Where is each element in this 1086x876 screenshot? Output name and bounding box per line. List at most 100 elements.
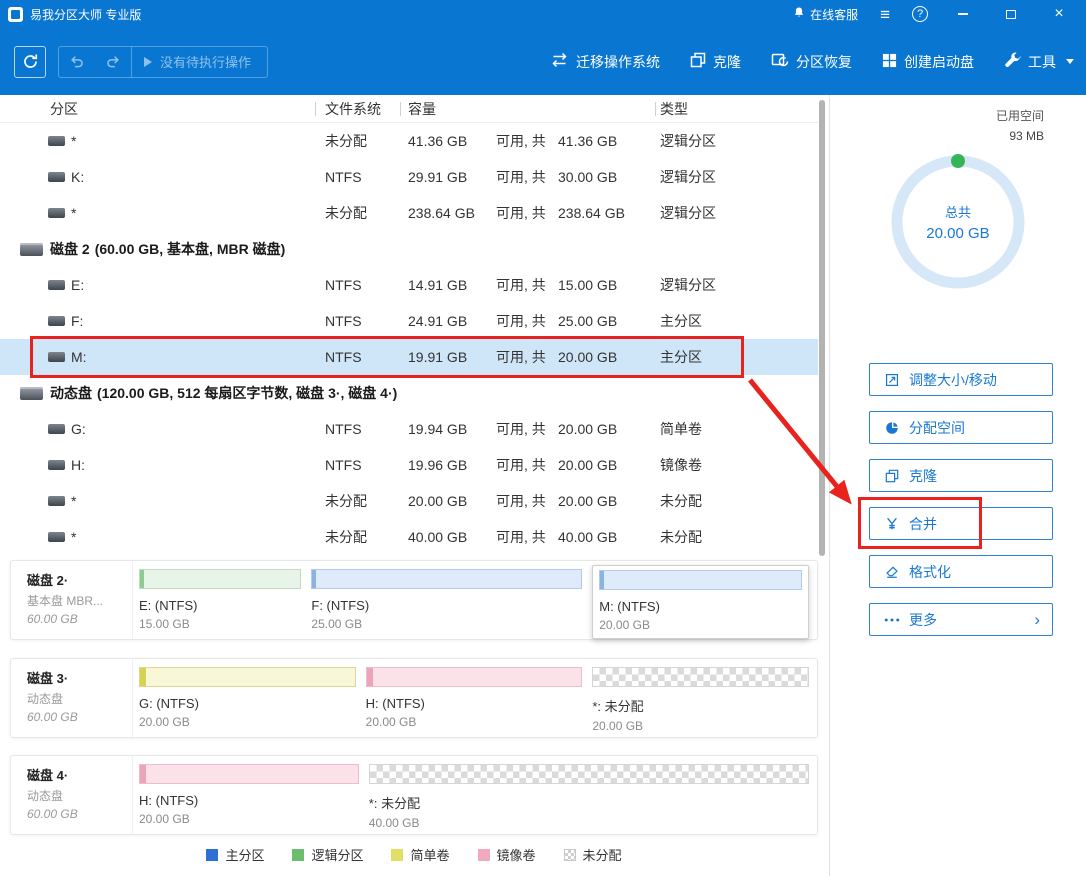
table-row-unallocated-3[interactable]: * 未分配 20.00 GB可用, 共20.00 GB 未分配 bbox=[0, 483, 818, 519]
clone-label: 克隆 bbox=[713, 52, 741, 72]
table-row-h[interactable]: H: NTFS 19.96 GB可用, 共20.00 GB 镜像卷 bbox=[0, 447, 818, 483]
partition-bar bbox=[139, 667, 356, 687]
partition-cell: M: bbox=[0, 349, 315, 365]
partition-block-e[interactable]: E: (NTFS) 15.00 GB bbox=[139, 569, 301, 639]
total-space: 238.64 GB bbox=[558, 205, 625, 221]
sidebar-actions: 调整大小/移动 分配空间 克隆 合并 bbox=[869, 363, 1053, 636]
more-button[interactable]: 更多 › bbox=[869, 603, 1053, 636]
partition-size: 20.00 GB bbox=[366, 715, 583, 729]
partition-size: 20.00 GB bbox=[139, 715, 356, 729]
table-row-f[interactable]: F: NTFS 24.91 GB可用, 共25.00 GB 主分区 bbox=[0, 303, 818, 339]
disk-3-partitions: G: (NTFS) 20.00 GB H: (NTFS) 20.00 GB *:… bbox=[139, 659, 809, 737]
type-value: 逻辑分区 bbox=[655, 203, 818, 223]
refresh-button[interactable] bbox=[14, 46, 46, 78]
capacity-separator: 可用, 共 bbox=[496, 527, 558, 547]
migrate-os-button[interactable]: 迁移操作系统 bbox=[550, 52, 660, 72]
migrate-os-label: 迁移操作系统 bbox=[576, 52, 660, 72]
disk-size: 60.00 GB bbox=[27, 807, 132, 821]
app-logo-icon bbox=[8, 7, 23, 22]
filesystem-value: NTFS bbox=[315, 349, 400, 365]
disk-icon bbox=[20, 387, 43, 400]
partition-block-unallocated-2[interactable]: *: 未分配 40.00 GB bbox=[369, 764, 809, 834]
toolbar-actions: 迁移操作系统 克隆 分区恢复 创建启动盘 bbox=[550, 52, 1074, 72]
filesystem-value: 未分配 bbox=[315, 131, 400, 151]
dynamic-disk-group-row[interactable]: 动态盘 (120.00 GB, 512 每扇区字节数, 磁盘 3·, 磁盘 4·… bbox=[0, 375, 818, 411]
partition-bar bbox=[139, 764, 359, 784]
partition-bar bbox=[369, 764, 809, 784]
vertical-scrollbar[interactable] bbox=[819, 100, 825, 556]
allocate-space-label: 分配空间 bbox=[909, 418, 965, 438]
format-button[interactable]: 格式化 bbox=[869, 555, 1053, 588]
capacity-separator: 可用, 共 bbox=[496, 167, 558, 187]
mirror-volume-swatch bbox=[478, 849, 490, 861]
capacity-separator: 可用, 共 bbox=[496, 455, 558, 475]
partition-name: E: bbox=[71, 277, 84, 293]
table-row-unallocated-2[interactable]: * 未分配 238.64 GB可用, 共238.64 GB 逻辑分区 bbox=[0, 195, 818, 231]
partition-size: 25.00 GB bbox=[311, 617, 582, 631]
clone-side-button[interactable]: 克隆 bbox=[869, 459, 1053, 492]
redo-button[interactable] bbox=[95, 47, 131, 77]
legend-primary: 主分区 bbox=[206, 845, 264, 864]
free-space: 24.91 GB bbox=[408, 313, 496, 329]
partition-block-unallocated[interactable]: *: 未分配 20.00 GB bbox=[592, 667, 809, 737]
migrate-os-icon bbox=[550, 52, 569, 71]
total-label: 总共 bbox=[945, 202, 971, 221]
undo-button[interactable] bbox=[59, 47, 95, 77]
partition-block-f[interactable]: F: (NTFS) 25.00 GB bbox=[311, 569, 582, 639]
create-boot-disk-button[interactable]: 创建启动盘 bbox=[882, 52, 974, 72]
partition-block-m-selected[interactable]: M: (NTFS) 20.00 GB bbox=[592, 565, 809, 639]
capacity-separator: 可用, 共 bbox=[496, 419, 558, 439]
disk-2-group-row[interactable]: 磁盘 2 (60.00 GB, 基本盘, MBR 磁盘) bbox=[0, 231, 818, 267]
partition-recovery-icon bbox=[771, 52, 789, 71]
tools-button[interactable]: 工具 bbox=[1004, 52, 1074, 72]
merge-button[interactable]: 合并 bbox=[869, 507, 1053, 540]
legend-unallocated: 未分配 bbox=[564, 845, 622, 864]
pending-operations-label: 没有待执行操作 bbox=[160, 52, 251, 71]
table-row-unallocated-4[interactable]: * 未分配 40.00 GB可用, 共40.00 GB 未分配 bbox=[0, 519, 818, 555]
pending-operations-button[interactable]: 没有待执行操作 bbox=[131, 47, 267, 77]
partition-recovery-label: 分区恢复 bbox=[796, 52, 852, 72]
close-button[interactable]: × bbox=[1046, 5, 1072, 23]
resize-move-button[interactable]: 调整大小/移动 bbox=[869, 363, 1053, 396]
partition-block-h[interactable]: H: (NTFS) 20.00 GB bbox=[366, 667, 583, 737]
table-row-unallocated-1[interactable]: * 未分配 41.36 GB可用, 共41.36 GB 逻辑分区 bbox=[0, 123, 818, 159]
clone-icon bbox=[884, 469, 900, 483]
merge-label: 合并 bbox=[909, 514, 937, 534]
table-header: 分区 文件系统 容量 类型 bbox=[0, 95, 818, 123]
tools-label: 工具 bbox=[1028, 52, 1056, 72]
free-space: 20.00 GB bbox=[408, 493, 496, 509]
help-button[interactable]: ? bbox=[912, 6, 928, 22]
legend-logical: 逻辑分区 bbox=[292, 845, 363, 864]
free-space: 238.64 GB bbox=[408, 205, 496, 221]
titlebar: 易我分区大师 专业版 在线客服 ≡ ? × bbox=[0, 0, 1086, 28]
partition-block-g[interactable]: G: (NTFS) 20.00 GB bbox=[139, 667, 356, 737]
partition-cell: E: bbox=[0, 277, 315, 293]
allocate-space-button[interactable]: 分配空间 bbox=[869, 411, 1053, 444]
online-service-button[interactable]: 在线客服 bbox=[793, 6, 858, 23]
free-space: 40.00 GB bbox=[408, 529, 496, 545]
partition-bar bbox=[366, 667, 583, 687]
table-row-k[interactable]: K: NTFS 29.91 GB可用, 共30.00 GB 逻辑分区 bbox=[0, 159, 818, 195]
type-value: 逻辑分区 bbox=[655, 167, 818, 187]
partition-recovery-button[interactable]: 分区恢复 bbox=[771, 52, 852, 72]
drive-icon bbox=[48, 172, 65, 182]
disk-group-info: (120.00 GB, 512 每扇区字节数, 磁盘 3·, 磁盘 4·) bbox=[97, 383, 397, 403]
partition-block-h2[interactable]: H: (NTFS) 20.00 GB bbox=[139, 764, 359, 834]
boot-disk-icon bbox=[882, 53, 897, 71]
usage-donut-chart: 总共 20.00 GB bbox=[883, 147, 1033, 297]
clone-button[interactable]: 克隆 bbox=[690, 52, 741, 72]
partition-bar bbox=[311, 569, 582, 589]
disk-type: 动态盘 bbox=[27, 787, 132, 804]
menu-icon[interactable]: ≡ bbox=[880, 6, 890, 23]
filesystem-value: 未分配 bbox=[315, 203, 400, 223]
chevron-down-icon bbox=[1066, 59, 1074, 64]
table-row-g[interactable]: G: NTFS 19.94 GB可用, 共20.00 GB 简单卷 bbox=[0, 411, 818, 447]
table-row-m-selected[interactable]: M: NTFS 19.91 GB可用, 共20.00 GB 主分区 bbox=[0, 339, 818, 375]
minimize-button[interactable] bbox=[950, 5, 976, 23]
maximize-button[interactable] bbox=[998, 5, 1024, 23]
partition-bar bbox=[599, 570, 802, 590]
table-row-e[interactable]: E: NTFS 14.91 GB可用, 共15.00 GB 逻辑分区 bbox=[0, 267, 818, 303]
type-value: 主分区 bbox=[655, 311, 818, 331]
drive-icon bbox=[48, 496, 65, 506]
capacity-cell: 40.00 GB可用, 共40.00 GB bbox=[400, 527, 655, 547]
